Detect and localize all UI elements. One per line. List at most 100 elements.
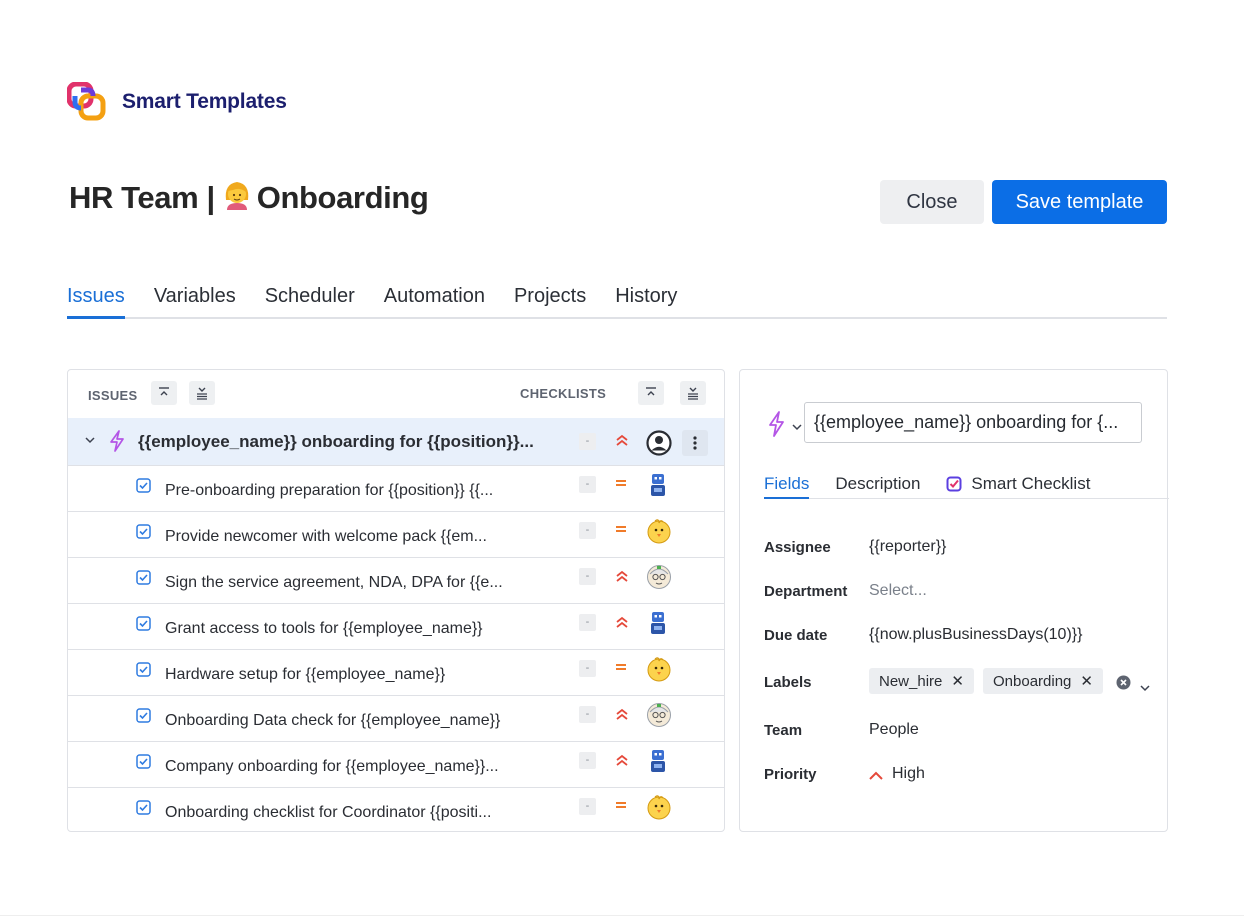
- checklist-progress-badge: -: [579, 568, 596, 585]
- due-date-value[interactable]: {{now.plusBusinessDays(10)}}: [869, 626, 1082, 644]
- priority-highest-icon: [614, 706, 630, 727]
- task-checkbox-icon: [136, 662, 151, 682]
- child-issue-row[interactable]: Onboarding checklist for Coordinator {{p…: [68, 788, 724, 831]
- brand: Smart Templates: [66, 81, 287, 122]
- smart-checklist-tab-label: Smart Checklist: [971, 474, 1091, 493]
- child-issue-row[interactable]: Hardware setup for {{employee_name}} -: [68, 650, 724, 696]
- clear-labels-icon[interactable]: [1116, 675, 1131, 695]
- more-actions-button[interactable]: [682, 430, 708, 456]
- team-value[interactable]: People: [869, 721, 919, 739]
- summary-input[interactable]: [804, 402, 1142, 443]
- parent-issue-title[interactable]: {{employee_name}} onboarding for {{posit…: [138, 432, 534, 452]
- labels-label: Labels: [764, 674, 812, 691]
- department-select[interactable]: Select...: [869, 582, 927, 600]
- issue-type-bolt-icon[interactable]: [767, 411, 785, 442]
- priority-label: Priority: [764, 766, 817, 783]
- checklist-progress-badge: -: [579, 660, 596, 677]
- robot-avatar-icon[interactable]: [646, 472, 670, 503]
- department-label: Department: [764, 583, 848, 600]
- priority-highest-icon: [614, 614, 630, 635]
- tab-smart-checklist[interactable]: Smart Checklist: [946, 474, 1090, 499]
- user-avatar-icon[interactable]: [646, 430, 672, 461]
- collapse-all-icon: [159, 387, 169, 396]
- child-issue-row[interactable]: Onboarding Data check for {{employee_nam…: [68, 696, 724, 742]
- expand-all-checklists-button[interactable]: [680, 381, 706, 405]
- task-checkbox-icon: [136, 478, 151, 498]
- remove-label-icon[interactable]: ✕: [1080, 672, 1093, 690]
- checklist-progress-badge: -: [579, 798, 596, 815]
- child-issue-row[interactable]: Grant access to tools for {{employee_nam…: [68, 604, 724, 650]
- priority-medium-icon: [614, 798, 628, 816]
- expand-all-issues-button[interactable]: [189, 381, 215, 405]
- collapse-all-checklists-button[interactable]: [638, 381, 664, 405]
- tab-scheduler[interactable]: Scheduler: [265, 282, 355, 319]
- child-issue-title[interactable]: Onboarding checklist for Coordinator {{p…: [165, 804, 491, 822]
- task-checkbox-icon: [136, 800, 151, 820]
- child-issue-title[interactable]: Company onboarding for {{employee_name}}…: [165, 758, 499, 776]
- issues-header-label: ISSUES: [88, 388, 138, 403]
- child-issue-title[interactable]: Onboarding Data check for {{employee_nam…: [165, 712, 500, 730]
- label-chip[interactable]: New_hire ✕: [869, 668, 974, 694]
- checklist-progress-badge: -: [579, 433, 596, 450]
- collapse-all-issues-button[interactable]: [151, 381, 177, 405]
- child-issue-row[interactable]: Company onboarding for {{employee_name}}…: [68, 742, 724, 788]
- parent-issue-row[interactable]: {{employee_name}} onboarding for {{posit…: [68, 418, 724, 466]
- robot-avatar-icon[interactable]: [646, 748, 670, 779]
- scientist-avatar-icon[interactable]: [646, 564, 672, 595]
- smart-templates-logo-icon: [66, 81, 107, 122]
- page-title-suffix: Onboarding: [256, 180, 429, 215]
- task-checkbox-icon: [136, 570, 151, 590]
- main-tabs: Issues Variables Scheduler Automation Pr…: [67, 282, 1167, 319]
- task-checkbox-icon: [136, 754, 151, 774]
- checklist-progress-badge: -: [579, 614, 596, 631]
- checklist-progress-badge: -: [579, 752, 596, 769]
- tab-projects[interactable]: Projects: [514, 282, 586, 319]
- child-issue-title[interactable]: Provide newcomer with welcome pack {{em.…: [165, 528, 487, 546]
- close-button[interactable]: Close: [880, 180, 984, 224]
- checklist-progress-badge: -: [579, 706, 596, 723]
- child-issue-row[interactable]: Sign the service agreement, NDA, DPA for…: [68, 558, 724, 604]
- scientist-avatar-icon[interactable]: [646, 702, 672, 733]
- tab-history[interactable]: History: [615, 282, 677, 319]
- chick-avatar-icon[interactable]: [646, 656, 672, 687]
- child-issue-row[interactable]: Provide newcomer with welcome pack {{em.…: [68, 512, 724, 558]
- task-checkbox-icon: [136, 616, 151, 636]
- chick-avatar-icon[interactable]: [646, 794, 672, 825]
- chick-avatar-icon[interactable]: [646, 518, 672, 549]
- tab-fields[interactable]: Fields: [764, 474, 810, 499]
- task-checkbox-icon: [136, 708, 151, 728]
- smart-checklist-icon: [946, 476, 962, 497]
- page-title-prefix: HR Team |: [69, 180, 215, 215]
- chevron-down-icon[interactable]: [84, 433, 96, 451]
- due-date-label: Due date: [764, 627, 828, 644]
- tab-description[interactable]: Description: [835, 474, 920, 499]
- child-issue-title[interactable]: Hardware setup for {{employee_name}}: [165, 666, 445, 684]
- tab-variables[interactable]: Variables: [154, 282, 236, 319]
- child-issue-title[interactable]: Grant access to tools for {{employee_nam…: [165, 620, 483, 638]
- label-chip-text: New_hire: [879, 672, 943, 690]
- issue-type-chevron-down-icon[interactable]: [792, 418, 802, 436]
- expand-all-icon: [688, 387, 698, 400]
- tab-issues[interactable]: Issues: [67, 282, 125, 319]
- tab-automation[interactable]: Automation: [384, 282, 485, 319]
- issues-panel: ISSUES CHECKLISTS {{employee_name}} onbo…: [67, 369, 725, 832]
- issue-detail-panel: Fields Description Smart Checklist Assig…: [739, 369, 1169, 832]
- remove-label-icon[interactable]: ✕: [951, 672, 964, 690]
- page-title: HR Team | Onboarding: [69, 178, 429, 218]
- checklists-header-label: CHECKLISTS: [520, 386, 607, 401]
- save-template-button[interactable]: Save template: [992, 180, 1167, 224]
- child-issue-row[interactable]: Pre-onboarding preparation for {{positio…: [68, 466, 724, 512]
- more-vertical-icon: [693, 436, 697, 450]
- priority-medium-icon: [614, 476, 628, 494]
- assignee-value[interactable]: {{reporter}}: [869, 538, 946, 556]
- label-chip[interactable]: Onboarding ✕: [983, 668, 1103, 694]
- labels-chevron-down-icon[interactable]: [1140, 679, 1150, 697]
- child-issue-title[interactable]: Pre-onboarding preparation for {{positio…: [165, 482, 493, 500]
- robot-avatar-icon[interactable]: [646, 610, 670, 641]
- priority-value[interactable]: High: [892, 765, 925, 783]
- child-issue-title[interactable]: Sign the service agreement, NDA, DPA for…: [165, 574, 503, 592]
- priority-highest-icon: [614, 752, 630, 773]
- task-checkbox-icon: [136, 524, 151, 544]
- priority-medium-icon: [614, 522, 628, 540]
- bolt-icon: [108, 430, 126, 457]
